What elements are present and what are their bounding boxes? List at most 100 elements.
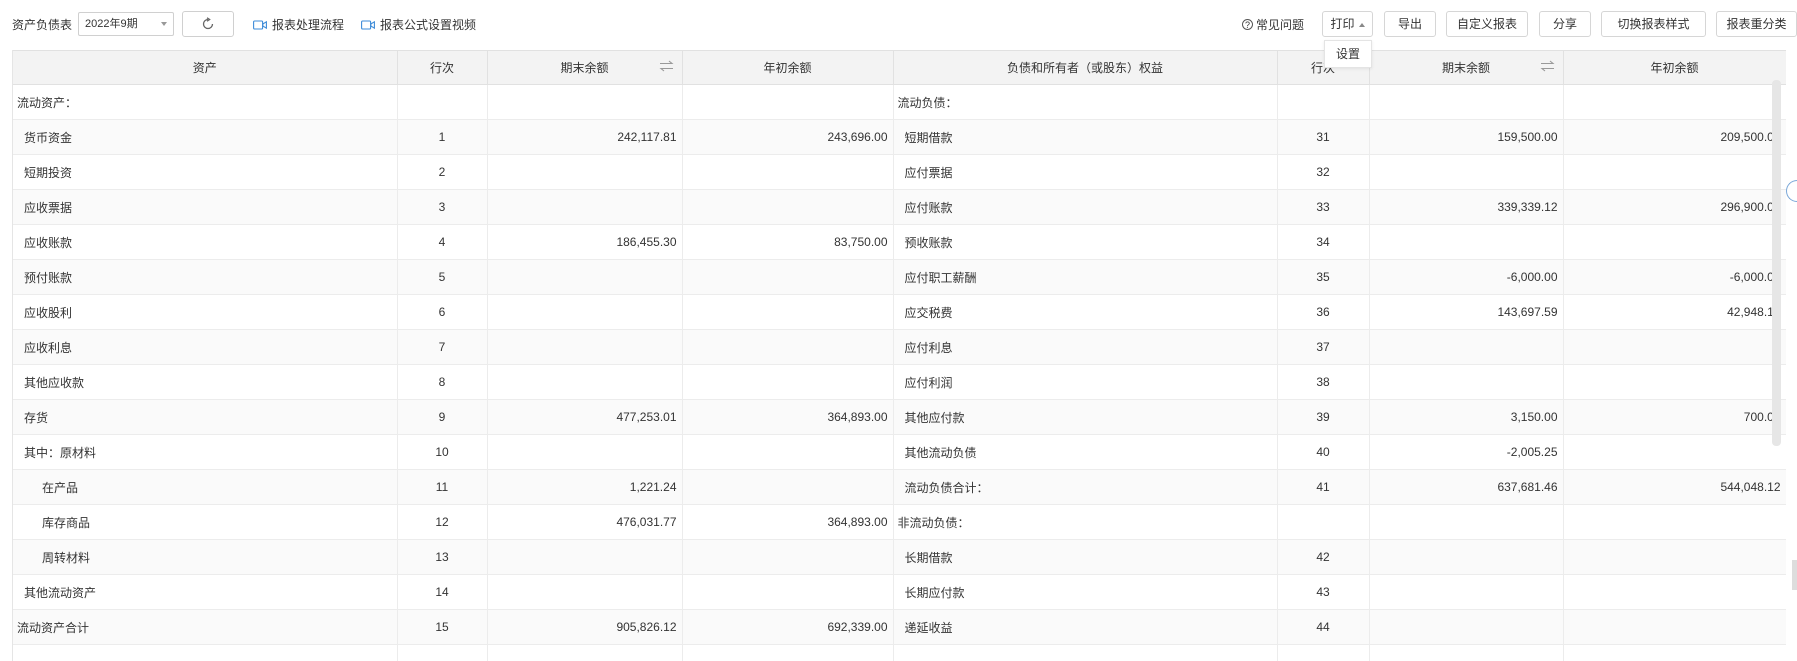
asset-end-balance-cell[interactable]: 905,826.12: [487, 609, 683, 645]
export-button[interactable]: 导出: [1384, 11, 1436, 37]
liability-begin-balance-cell[interactable]: [1563, 434, 1786, 470]
asset-end-balance-cell[interactable]: [487, 154, 683, 190]
liability-begin-balance-cell[interactable]: [1563, 539, 1786, 575]
liability-name-cell: 其他流动负债: [893, 434, 1278, 470]
asset-end-balance-cell[interactable]: [487, 259, 683, 295]
asset-name-cell: 其中：原材料: [13, 434, 398, 470]
liability-end-balance-cell[interactable]: 143,697.59: [1369, 294, 1564, 330]
liability-name-cell: 长期借款: [893, 539, 1278, 575]
asset-begin-balance-cell[interactable]: [682, 329, 894, 365]
asset-begin-balance-cell[interactable]: [682, 84, 894, 120]
liability-begin-balance-cell[interactable]: 700.00: [1563, 399, 1786, 435]
liability-begin-balance-cell[interactable]: 544,048.12: [1563, 469, 1786, 505]
liability-begin-balance-cell[interactable]: 296,900.00: [1563, 189, 1786, 225]
process-flow-link[interactable]: 报表处理流程: [253, 16, 344, 33]
period-select[interactable]: 2022年9期: [78, 12, 174, 36]
asset-begin-balance-cell[interactable]: 243,696.00: [682, 119, 894, 155]
asset-end-balance-cell[interactable]: [487, 329, 683, 365]
liability-end-balance-cell[interactable]: [1369, 644, 1564, 661]
feedback-tab[interactable]: [1786, 180, 1797, 202]
liability-begin-balance-cell[interactable]: [1563, 364, 1786, 400]
liability-line-no-cell: [1277, 504, 1370, 540]
liability-end-balance-cell[interactable]: [1369, 539, 1564, 575]
asset-begin-balance-cell[interactable]: 364,893.00: [682, 504, 894, 540]
asset-end-balance-cell[interactable]: [487, 84, 683, 120]
liability-end-balance-cell[interactable]: [1369, 574, 1564, 610]
asset-end-balance-cell[interactable]: 186,455.30: [487, 224, 683, 260]
asset-begin-balance-cell[interactable]: [682, 259, 894, 295]
asset-end-balance-cell[interactable]: 1,221.24: [487, 469, 683, 505]
asset-end-balance-cell[interactable]: 477,253.01: [487, 399, 683, 435]
swap-icon[interactable]: [1539, 60, 1555, 72]
liability-end-balance-cell[interactable]: 339,339.12: [1369, 189, 1564, 225]
liability-name-cell: 非流动负债：: [893, 504, 1278, 540]
liability-begin-balance-cell[interactable]: -6,000.00: [1563, 259, 1786, 295]
liability-end-balance-cell[interactable]: [1369, 224, 1564, 260]
asset-end-balance-cell[interactable]: 242,117.81: [487, 119, 683, 155]
asset-begin-balance-cell[interactable]: 364,893.00: [682, 399, 894, 435]
table-row: 应收账款 4 186,455.30 83,750.00 预收账款 34: [13, 224, 1786, 260]
asset-end-balance-cell[interactable]: [487, 364, 683, 400]
swap-icon[interactable]: [658, 60, 674, 72]
liability-begin-balance-cell[interactable]: [1563, 224, 1786, 260]
asset-begin-balance-cell[interactable]: [682, 154, 894, 190]
liability-end-balance-cell[interactable]: 159,500.00: [1369, 119, 1564, 155]
asset-begin-balance-cell[interactable]: [682, 434, 894, 470]
liability-begin-balance-cell[interactable]: [1563, 154, 1786, 190]
print-settings-menu-item[interactable]: 设置: [1324, 40, 1372, 68]
asset-begin-balance-cell[interactable]: [682, 294, 894, 330]
asset-end-balance-cell[interactable]: [487, 574, 683, 610]
liability-line-no-cell: 41: [1277, 469, 1370, 505]
asset-end-balance-cell[interactable]: [487, 294, 683, 330]
asset-begin-balance-cell[interactable]: [682, 364, 894, 400]
asset-line-no-cell: 12: [397, 504, 488, 540]
switch-style-button[interactable]: 切换报表样式: [1601, 11, 1706, 37]
asset-end-balance-cell[interactable]: [487, 434, 683, 470]
asset-name-cell: 库存商品: [13, 504, 398, 540]
faq-link[interactable]: ? 常见问题: [1242, 16, 1304, 33]
asset-end-balance-cell[interactable]: [487, 539, 683, 575]
chevron-down-icon: [161, 22, 167, 26]
liability-end-balance-cell[interactable]: [1369, 609, 1564, 645]
liability-begin-balance-cell[interactable]: [1563, 609, 1786, 645]
liability-end-balance-cell[interactable]: [1369, 504, 1564, 540]
liability-begin-balance-cell[interactable]: [1563, 329, 1786, 365]
asset-end-balance-cell[interactable]: 476,031.77: [487, 504, 683, 540]
asset-end-balance-cell[interactable]: [487, 189, 683, 225]
asset-begin-balance-cell[interactable]: 692,339.00: [682, 609, 894, 645]
asset-begin-balance-cell[interactable]: [682, 469, 894, 505]
asset-begin-balance-cell[interactable]: 83,750.00: [682, 224, 894, 260]
liability-begin-balance-cell[interactable]: [1563, 504, 1786, 540]
liability-end-balance-cell[interactable]: [1369, 84, 1564, 120]
liability-end-balance-cell[interactable]: [1369, 329, 1564, 365]
liability-begin-balance-cell[interactable]: [1563, 84, 1786, 120]
liability-end-balance-cell[interactable]: 637,681.46: [1369, 469, 1564, 505]
liability-begin-balance-cell[interactable]: 209,500.00: [1563, 119, 1786, 155]
refresh-button[interactable]: [182, 11, 234, 37]
print-button[interactable]: 打印: [1322, 11, 1373, 37]
asset-begin-balance-cell[interactable]: [682, 539, 894, 575]
asset-begin-balance-cell[interactable]: [682, 574, 894, 610]
liability-end-balance-cell[interactable]: [1369, 154, 1564, 190]
table-row: 在产品 11 1,221.24 流动负债合计： 41 637,681.46 544,048.…: [13, 469, 1786, 505]
asset-begin-balance-cell[interactable]: [682, 644, 894, 661]
formula-video-link[interactable]: 报表公式设置视频: [361, 16, 476, 33]
liability-name-cell: 应交税费: [893, 294, 1278, 330]
share-button[interactable]: 分享: [1539, 11, 1591, 37]
vertical-scrollbar[interactable]: [1772, 80, 1781, 446]
liability-begin-balance-cell[interactable]: 42,948.12: [1563, 294, 1786, 330]
liability-end-balance-cell[interactable]: -2,005.25: [1369, 434, 1564, 470]
process-flow-label: 报表处理流程: [272, 18, 345, 32]
custom-report-button[interactable]: 自定义报表: [1446, 11, 1528, 37]
liability-line-no-cell: [1277, 84, 1370, 120]
liability-end-balance-cell[interactable]: 3,150.00: [1369, 399, 1564, 435]
asset-begin-balance-cell[interactable]: [682, 189, 894, 225]
liability-end-balance-cell[interactable]: [1369, 364, 1564, 400]
asset-end-balance-cell[interactable]: [487, 644, 683, 661]
header-liabilities: 负债和所有者（或股东）权益: [893, 50, 1278, 85]
side-handle[interactable]: [1792, 560, 1797, 590]
liability-begin-balance-cell[interactable]: [1563, 644, 1786, 661]
reclassify-button[interactable]: 报表重分类: [1716, 11, 1797, 37]
liability-begin-balance-cell[interactable]: [1563, 574, 1786, 610]
liability-end-balance-cell[interactable]: -6,000.00: [1369, 259, 1564, 295]
